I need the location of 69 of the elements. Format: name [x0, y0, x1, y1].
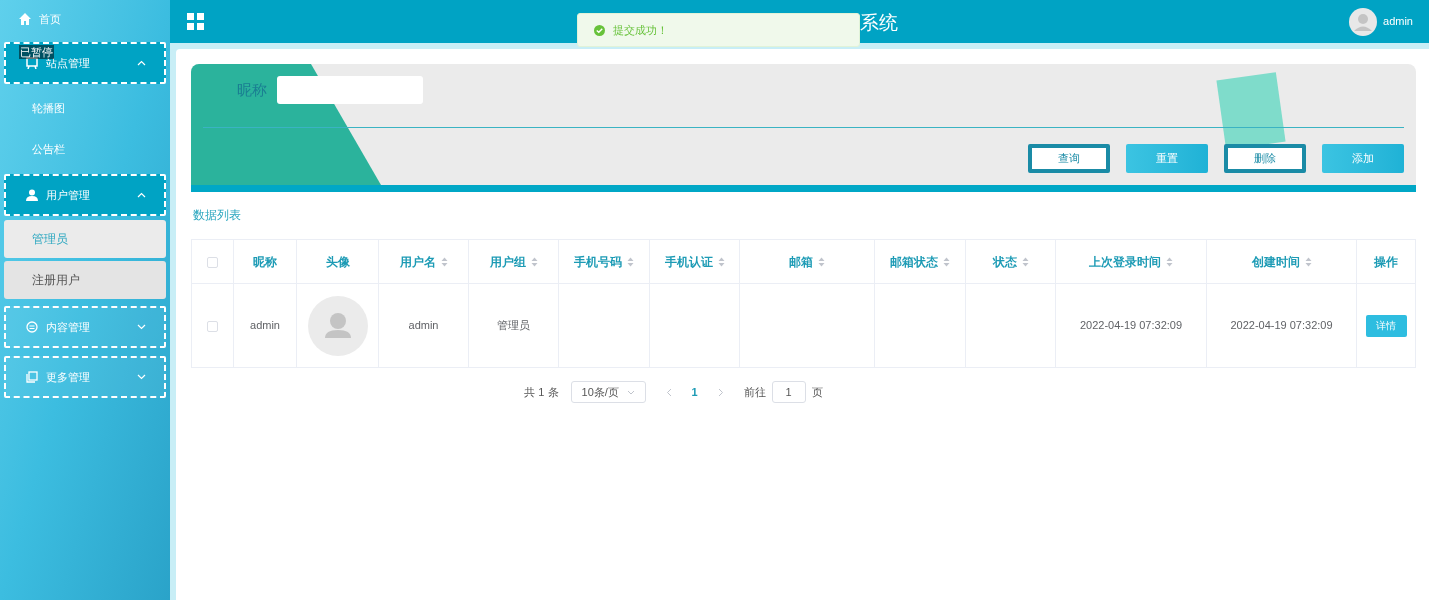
caret-down-icon — [137, 324, 146, 330]
caret-down-icon — [137, 374, 146, 380]
column-header[interactable]: 用户组 — [468, 239, 559, 284]
menu-group[interactable]: 用户管理 — [4, 174, 166, 216]
submenu-item[interactable]: 公告栏 — [4, 129, 166, 170]
action-button[interactable]: 添加 — [1322, 144, 1404, 173]
avatar-icon[interactable] — [1349, 7, 1378, 36]
column-header[interactable]: 手机认证 — [649, 239, 740, 284]
caret-down-icon — [626, 389, 635, 395]
user-name[interactable]: admin — [1383, 13, 1413, 30]
column-header[interactable]: 邮箱 — [739, 239, 875, 284]
total-count: 共 1 条 — [524, 384, 559, 400]
page-number[interactable]: 1 — [691, 383, 698, 401]
action-button[interactable]: 删除 — [1224, 144, 1306, 173]
easel-icon — [26, 57, 38, 69]
sort-icon — [627, 257, 634, 268]
paused-label: 已暂停 — [19, 45, 54, 59]
menu-group[interactable]: 内容管理 — [4, 306, 166, 348]
table-cell: 2022-04-19 07:32:09 — [1079, 319, 1183, 332]
caret-up-icon — [137, 60, 146, 66]
menu-group[interactable]: 更多管理 — [4, 356, 166, 398]
column-header: 操作 — [1356, 239, 1416, 284]
table-cell: admin — [250, 319, 280, 332]
column-header[interactable]: 创建时间 — [1206, 239, 1357, 284]
column-header: 昵称 — [233, 239, 297, 284]
sort-icon — [1021, 257, 1029, 268]
chevron-right-icon — [717, 387, 724, 397]
caret-up-icon — [137, 192, 146, 198]
page-jump-field[interactable]: 1 — [771, 381, 806, 403]
user-icon — [26, 189, 38, 201]
nickname-field[interactable] — [277, 76, 423, 104]
table-cell: 2022-04-19 07:32:09 — [1230, 319, 1333, 332]
grid-menu-icon[interactable] — [187, 13, 204, 30]
home-icon — [19, 13, 31, 25]
column-header[interactable]: 状态 — [965, 239, 1056, 284]
avatar-placeholder-icon — [307, 295, 368, 356]
goto-label: 前往 — [743, 384, 766, 400]
toast-message: 提交成功！ — [613, 22, 668, 38]
goto-suffix: 页 — [811, 384, 823, 400]
app-title: 系统 — [860, 11, 898, 35]
section-title: 数据列表 — [192, 207, 242, 224]
home-menu-item[interactable]: 首页 — [4, 0, 166, 38]
column-header[interactable]: 用户名 — [378, 239, 469, 284]
submenu-item[interactable]: 管理员 — [4, 220, 166, 258]
table-cell: 管理员 — [497, 319, 530, 332]
sort-icon — [1166, 257, 1173, 268]
column-header: 头像 — [296, 239, 379, 284]
sort-icon — [440, 257, 448, 268]
sort-icon — [818, 257, 825, 268]
check-circle-icon — [594, 24, 605, 36]
sort-icon — [1304, 257, 1312, 268]
submenu-item[interactable]: 注册用户 — [4, 261, 166, 299]
chevron-left-icon — [665, 387, 672, 397]
details-button[interactable]: 详情 — [1365, 314, 1407, 337]
column-header[interactable]: 邮箱状态 — [874, 239, 966, 284]
sort-icon — [717, 257, 725, 268]
table-cell: admin — [408, 319, 439, 332]
copy-icon — [26, 371, 38, 383]
action-button[interactable]: 查询 — [1028, 144, 1110, 173]
select-all-checkbox[interactable] — [207, 256, 218, 268]
chat-icon — [26, 321, 38, 333]
row-checkbox[interactable] — [207, 320, 218, 332]
column-header[interactable]: 上次登录时间 — [1055, 239, 1207, 284]
sort-icon — [943, 257, 950, 268]
submenu-item[interactable]: 轮播图 — [4, 88, 166, 129]
sort-icon — [530, 257, 538, 268]
action-button[interactable]: 重置 — [1126, 144, 1208, 173]
page-size-select[interactable]: 10条/页 — [570, 381, 646, 403]
column-header[interactable]: 手机号码 — [558, 239, 650, 284]
